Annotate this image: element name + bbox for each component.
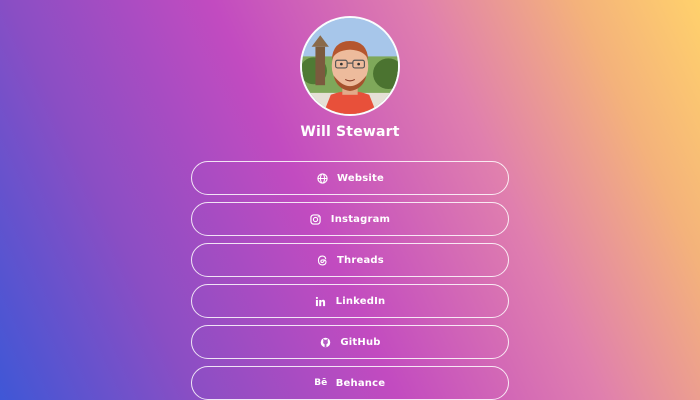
links-list: Website Instagram Threads LinkedIn GitHu… (191, 161, 509, 400)
link-label: Website (337, 172, 384, 184)
link-page: Will Stewart Website Instagram Threads L… (0, 0, 700, 400)
link-linkedin-button[interactable]: LinkedIn (191, 284, 509, 318)
threads-icon (316, 254, 328, 266)
globe-icon (316, 172, 328, 184)
github-icon (319, 336, 331, 348)
avatar (300, 16, 400, 116)
link-website-button[interactable]: Website (191, 161, 509, 195)
profile-name: Will Stewart (300, 124, 400, 140)
profile-photo (302, 18, 398, 114)
link-behance-button[interactable]: Bē Behance (191, 366, 509, 400)
link-threads-button[interactable]: Threads (191, 243, 509, 277)
link-label: Instagram (330, 213, 391, 225)
link-label: Threads (337, 254, 384, 266)
link-label: Behance (335, 377, 386, 389)
linkedin-icon (315, 295, 327, 307)
link-github-button[interactable]: GitHub (191, 325, 509, 359)
behance-icon: Bē (314, 377, 328, 388)
link-instagram-button[interactable]: Instagram (191, 202, 509, 236)
instagram-icon (310, 213, 322, 225)
link-label: LinkedIn (335, 295, 386, 307)
link-label: GitHub (340, 336, 381, 348)
